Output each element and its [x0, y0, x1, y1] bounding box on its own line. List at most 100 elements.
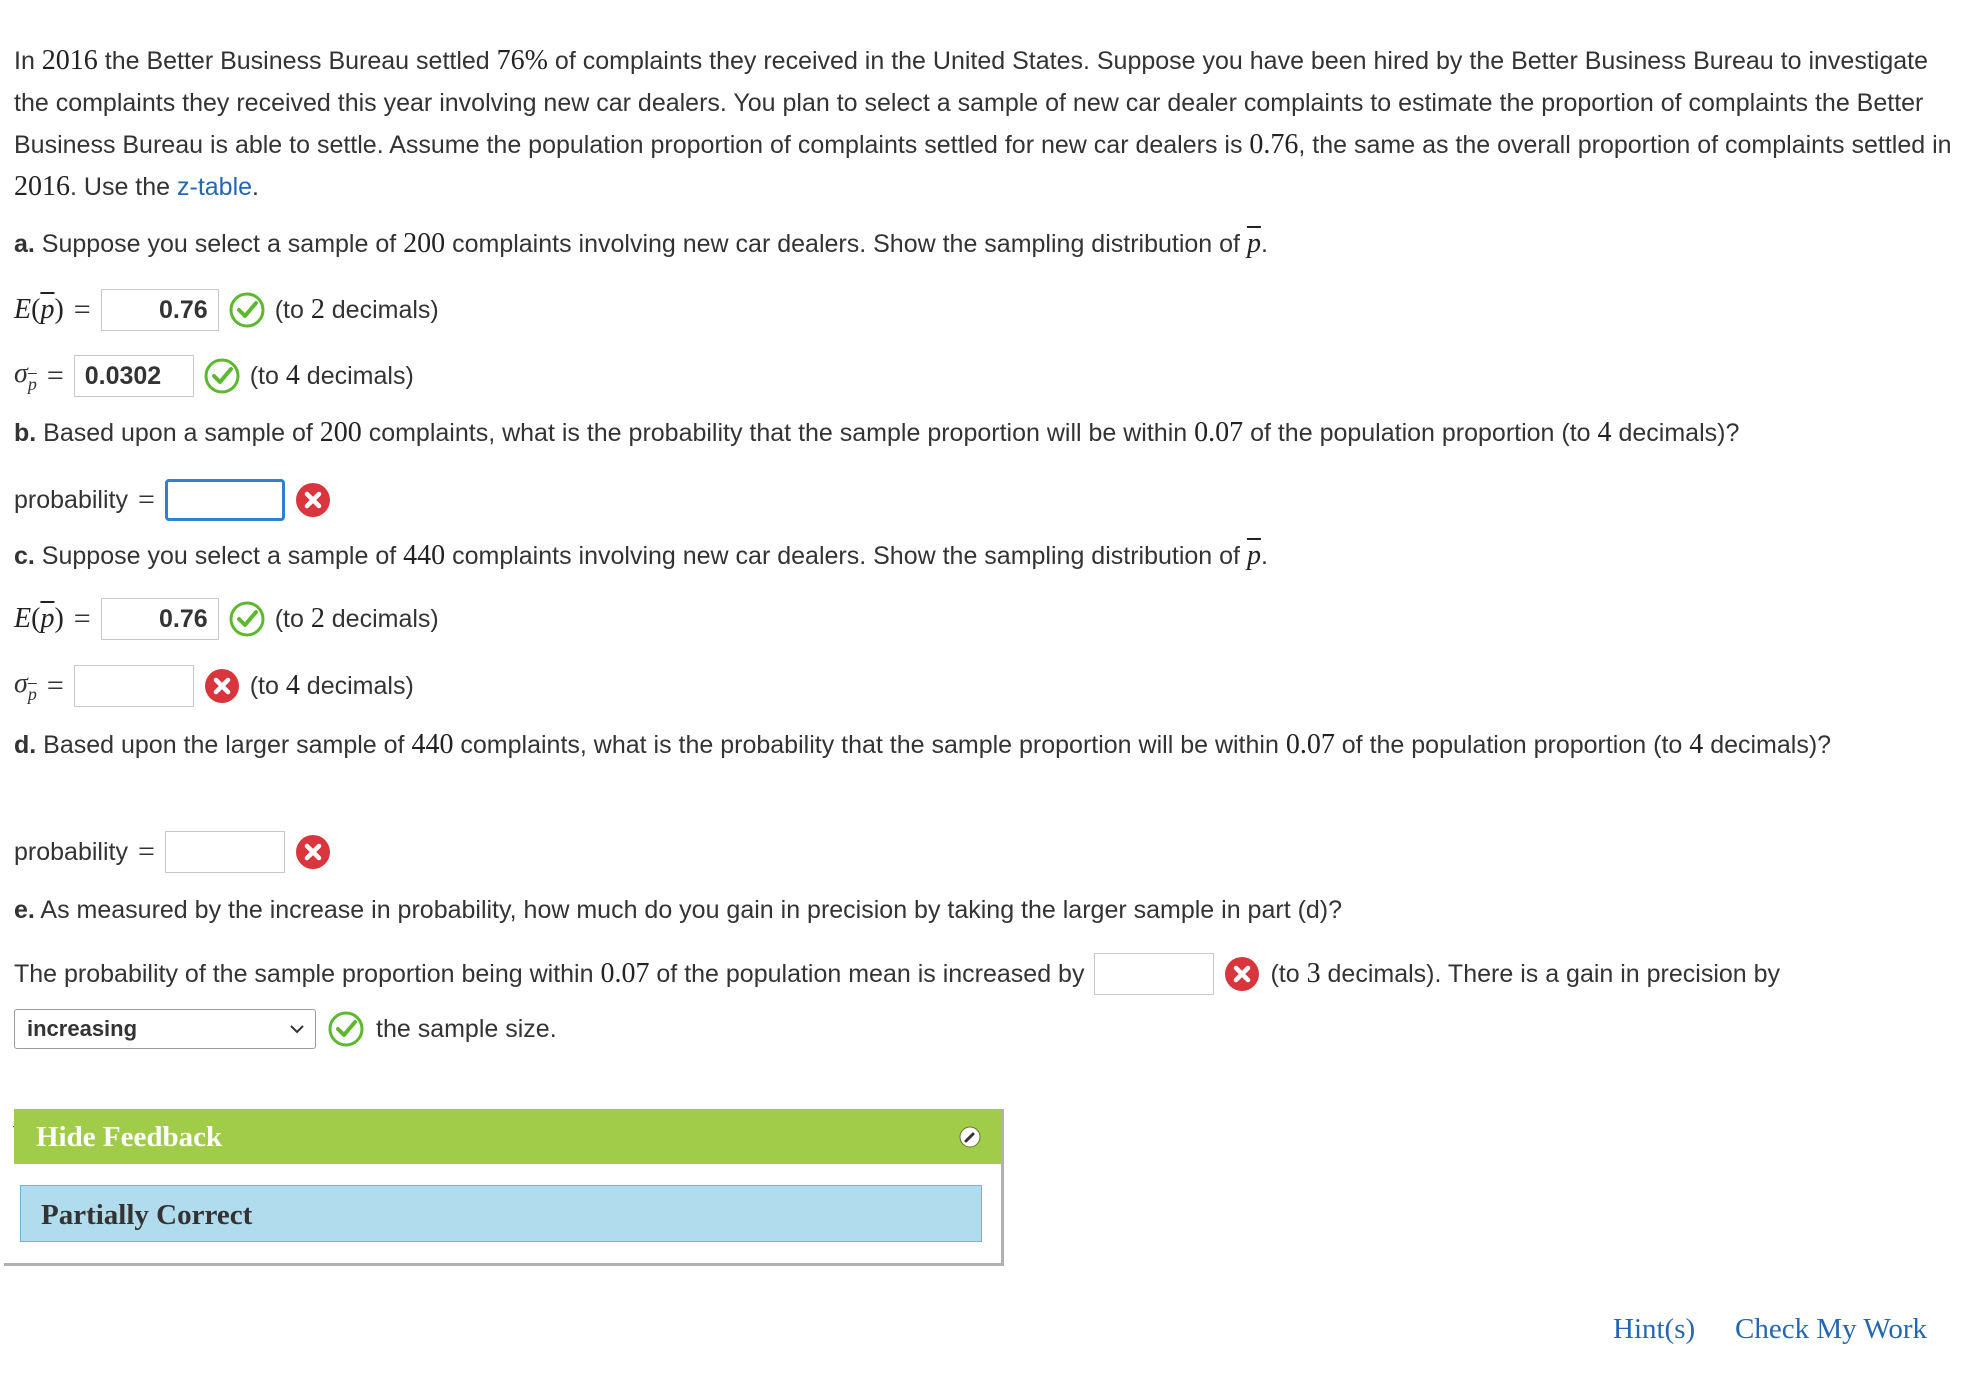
- problem-page: In 2016 the Better Business Bureau settl…: [0, 0, 1982, 1387]
- precision-dropdown[interactable]: increasing: [14, 1009, 316, 1049]
- question-text: Based upon the larger sample of: [36, 731, 412, 759]
- intro-text: , the same as the overall proportion of …: [1298, 131, 1952, 159]
- question-text: complaints involving new car dealers. Sh…: [445, 230, 1247, 258]
- answer-text: The probability of the sample proportion…: [14, 959, 601, 988]
- error-icon: [295, 835, 330, 869]
- expected-value-input-a[interactable]: 0.76: [100, 289, 219, 331]
- answer-row-c-stddev: σp = (to 4 decimals): [14, 665, 414, 707]
- sample-size: 200: [403, 228, 446, 259]
- question-text: Based upon a sample of: [36, 419, 320, 447]
- intro-year: 2016: [41, 45, 98, 76]
- dropdown-value: increasing: [27, 1016, 138, 1041]
- decimal-hint: (to 2 decimals): [274, 294, 439, 325]
- equals-sign: =: [46, 669, 64, 702]
- equals-sign: =: [137, 483, 155, 516]
- answer-row-e: The probability of the sample proportion…: [14, 953, 1780, 995]
- hide-feedback-toggle[interactable]: Hide Feedback: [36, 1121, 222, 1154]
- question-text: .: [1260, 542, 1268, 570]
- equals-sign: =: [137, 835, 155, 868]
- decimal-count: 4: [1597, 417, 1612, 448]
- question-c: c. Suppose you select a sample of 440 co…: [14, 535, 1268, 577]
- question-text: complaints, what is the probability that…: [453, 731, 1286, 759]
- question-text: of the population proportion (to: [1334, 731, 1690, 759]
- feedback-status: Partially Correct: [41, 1199, 253, 1231]
- question-letter: a.: [14, 230, 35, 258]
- question-text: Suppose you select a sample of: [34, 230, 404, 258]
- question-e: e. As measured by the increase in probab…: [14, 889, 1342, 931]
- answer-row-d: probability =: [14, 831, 331, 873]
- answer-text: of the population mean is increased by: [649, 959, 1085, 988]
- intro-text: the Better Business Bureau settled: [97, 47, 497, 75]
- z-table-link[interactable]: z-table: [177, 173, 252, 201]
- question-text: complaints involving new car dealers. Sh…: [445, 542, 1247, 570]
- decimal-hint: (to 3 decimals). There is a gain in prec…: [1270, 958, 1781, 989]
- check-icon: [328, 1011, 364, 1047]
- question-text: decimals)?: [1703, 731, 1832, 759]
- pencil-icon: [959, 1126, 981, 1148]
- chevron-down-icon: [290, 1025, 304, 1034]
- equals-sign: =: [46, 359, 64, 392]
- sample-size: 440: [411, 729, 454, 760]
- question-letter: e.: [14, 896, 35, 924]
- intro-text: .: [252, 173, 259, 201]
- question-text: decimals)?: [1611, 419, 1740, 447]
- question-text: .: [1260, 230, 1268, 258]
- p-bar-symbol: p: [1246, 228, 1261, 259]
- sample-size: 200: [319, 417, 362, 448]
- sigma-pbar-label: σp: [14, 667, 37, 704]
- question-letter: b.: [14, 419, 37, 447]
- answer-row-c-expected: E(p) = 0.76 (to 2 decimals): [14, 598, 439, 640]
- expected-value-label: E(p): [14, 603, 64, 634]
- margin-value: 0.07: [1285, 729, 1335, 760]
- question-a: a. Suppose you select a sample of 200 co…: [14, 223, 1268, 265]
- feedback-header[interactable]: Hide Feedback: [14, 1109, 1001, 1164]
- question-text: Suppose you select a sample of: [34, 542, 404, 570]
- p-bar-symbol: p: [1246, 540, 1261, 571]
- intro-text: . Use the: [70, 173, 177, 201]
- question-d: d. Based upon the larger sample of 440 c…: [14, 724, 1914, 766]
- decimal-hint: (to 4 decimals): [249, 670, 414, 701]
- decimal-count: 4: [1689, 729, 1704, 760]
- expected-value-label: E(p): [14, 294, 64, 325]
- hints-link[interactable]: Hint(s): [1613, 1313, 1695, 1346]
- probability-label: probability: [14, 485, 128, 514]
- sigma-pbar-label: σp: [14, 357, 37, 394]
- answer-row-b: probability =: [14, 479, 331, 521]
- feedback-status-box: Partially Correct: [20, 1185, 982, 1242]
- stddev-input-c[interactable]: [73, 665, 194, 707]
- check-my-work-link[interactable]: Check My Work: [1735, 1313, 1927, 1346]
- question-text: As measured by the increase in probabili…: [34, 896, 1343, 924]
- decimal-hint: (to 2 decimals): [274, 603, 439, 634]
- check-icon: [229, 292, 265, 328]
- probability-input-b[interactable]: [164, 479, 285, 521]
- question-text: complaints, what is the probability that…: [361, 419, 1195, 447]
- error-icon: [295, 483, 330, 517]
- intro-proportion: 0.76: [1249, 129, 1299, 160]
- sample-size: 440: [403, 540, 446, 571]
- answer-row-a-stddev: σp = 0.0302 (to 4 decimals): [14, 355, 414, 397]
- answer-text: the sample size.: [376, 1014, 557, 1043]
- expected-value-input-c[interactable]: 0.76: [100, 598, 219, 640]
- intro-text: In: [14, 47, 42, 75]
- error-icon: [204, 669, 239, 703]
- equals-sign: =: [73, 602, 91, 635]
- question-letter: c.: [14, 542, 35, 570]
- probability-input-d[interactable]: [164, 831, 285, 873]
- check-icon: [204, 358, 240, 394]
- intro-percent: 76%: [496, 45, 548, 76]
- feedback-panel: Hide Feedback Partially Correct: [4, 1109, 1004, 1266]
- decimal-hint: (to 4 decimals): [249, 360, 414, 391]
- stddev-input-a[interactable]: 0.0302: [73, 355, 194, 397]
- intro-paragraph: In 2016 the Better Business Bureau settl…: [14, 40, 1954, 208]
- question-b: b. Based upon a sample of 200 complaints…: [14, 412, 1739, 454]
- answer-row-a-expected: E(p) = 0.76 (to 2 decimals): [14, 289, 439, 331]
- question-letter: d.: [14, 731, 37, 759]
- increase-input-e[interactable]: [1094, 953, 1215, 995]
- equals-sign: =: [73, 293, 91, 326]
- question-text: In 2016 the Better Business Bureau settl…: [14, 40, 1954, 208]
- margin-value: 0.07: [1194, 417, 1244, 448]
- question-text: of the population proportion (to: [1243, 419, 1598, 447]
- answer-row-e-select: increasing the sample size.: [14, 1009, 557, 1049]
- error-icon: [1225, 957, 1260, 991]
- intro-year: 2016: [14, 171, 70, 202]
